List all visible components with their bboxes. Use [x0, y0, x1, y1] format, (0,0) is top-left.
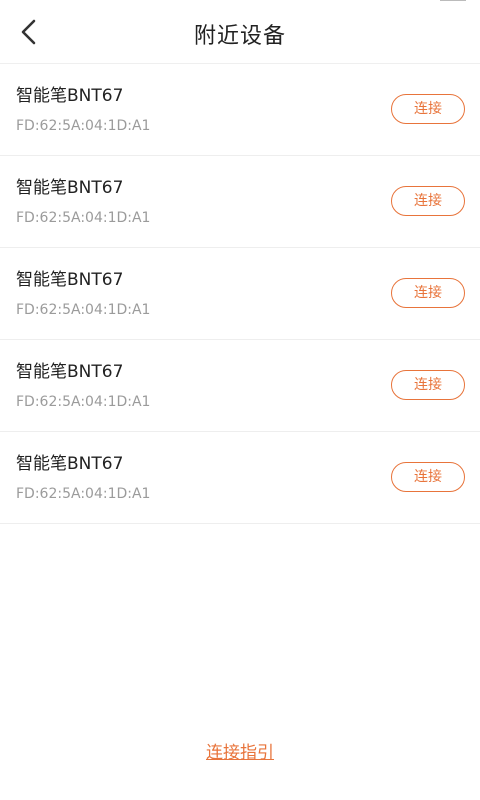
device-row: 智能笔BNT67 FD:62:5A:04:1D:A1 连接 — [0, 248, 480, 340]
footer: 连接指引 — [0, 738, 480, 763]
device-mac-address: FD:62:5A:04:1D:A1 — [16, 394, 151, 410]
connect-button[interactable]: 连接 — [391, 462, 465, 492]
device-row: 智能笔BNT67 FD:62:5A:04:1D:A1 连接 — [0, 432, 480, 524]
device-mac-address: FD:62:5A:04:1D:A1 — [16, 210, 151, 226]
connect-button[interactable]: 连接 — [391, 186, 465, 216]
connection-guide-link[interactable]: 连接指引 — [206, 743, 274, 763]
device-name: 智能笔BNT67 — [16, 270, 124, 290]
device-name: 智能笔BNT67 — [16, 178, 124, 198]
connect-button[interactable]: 连接 — [391, 370, 465, 400]
page-title: 附近设备 — [193, 24, 286, 49]
app-header: 附近设备 — [0, 0, 480, 64]
device-mac-address: FD:62:5A:04:1D:A1 — [16, 486, 151, 502]
device-row: 智能笔BNT67 FD:62:5A:04:1D:A1 连接 — [0, 156, 480, 248]
device-name: 智能笔BNT67 — [16, 362, 124, 382]
connect-button[interactable]: 连接 — [391, 278, 465, 308]
device-mac-address: FD:62:5A:04:1D:A1 — [16, 302, 151, 318]
device-name: 智能笔BNT67 — [16, 454, 124, 474]
device-name: 智能笔BNT67 — [16, 86, 124, 106]
device-row: 智能笔BNT67 FD:62:5A:04:1D:A1 连接 — [0, 64, 480, 156]
device-mac-address: FD:62:5A:04:1D:A1 — [16, 118, 151, 134]
status-bar-edge — [440, 0, 466, 1]
connect-button[interactable]: 连接 — [391, 94, 465, 124]
device-list: 智能笔BNT67 FD:62:5A:04:1D:A1 连接 智能笔BNT67 F… — [0, 64, 480, 524]
device-row: 智能笔BNT67 FD:62:5A:04:1D:A1 连接 — [0, 340, 480, 432]
